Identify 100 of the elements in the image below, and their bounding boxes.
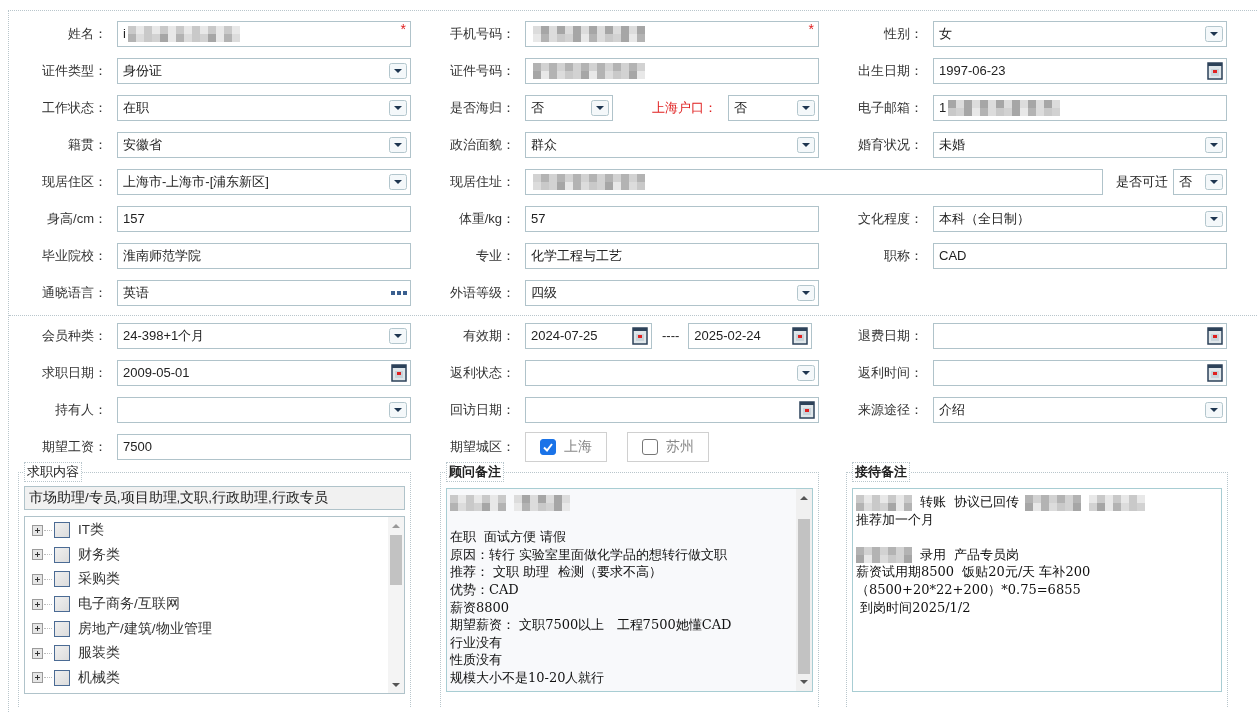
input-field[interactable]: 1: [933, 94, 1227, 121]
dropdown-field[interactable]: 否: [728, 94, 819, 121]
job-summary-field[interactable]: 市场助理/专员,项目助理,文职,行政助理,行政专员: [24, 486, 405, 510]
calendar-icon[interactable]: [792, 326, 809, 345]
checkbox[interactable]: [54, 669, 70, 686]
tree-item[interactable]: 机械类: [78, 668, 120, 687]
dropdown-field[interactable]: 未婚: [933, 131, 1227, 158]
checkbox[interactable]: [54, 645, 70, 662]
city-option-button[interactable]: 苏州: [627, 431, 709, 462]
calendar-icon[interactable]: [1207, 61, 1223, 80]
tree-item[interactable]: 房地产/建筑/物业管理: [78, 619, 212, 638]
calendar-icon[interactable]: [799, 400, 815, 419]
dropdown-field[interactable]: 女: [933, 20, 1227, 47]
dropdown-field[interactable]: 否: [1173, 168, 1227, 195]
field-label: 文化程度：: [857, 209, 924, 228]
dropdown-field[interactable]: 上海市-上海市-[浦东新区]: [117, 168, 411, 195]
field-label: 通晓语言：: [41, 283, 108, 302]
note-text: 规模大小不是10-20人就行: [450, 668, 605, 687]
field-label: 现居住址：: [449, 172, 516, 191]
field-label: 是否海归：: [449, 98, 516, 117]
expand-icon[interactable]: [32, 574, 43, 585]
tree-item[interactable]: 财务类: [78, 545, 120, 564]
dropdown-field[interactable]: 否: [525, 94, 613, 121]
note-text: 性质没有: [450, 651, 502, 669]
dropdown-field[interactable]: 在职: [117, 94, 411, 121]
field-label: 来源途径：: [857, 400, 924, 419]
input-field[interactable]: [525, 168, 1103, 195]
expand-icon[interactable]: [32, 524, 43, 536]
input-field[interactable]: 157: [117, 205, 411, 232]
date-field[interactable]: 2024-07-25: [525, 322, 652, 349]
field-label: 期望工资：: [41, 437, 108, 456]
dropdown-field[interactable]: [525, 359, 819, 386]
field-label: 现居住区：: [41, 172, 108, 191]
required-mark: *: [808, 20, 814, 37]
expand-icon[interactable]: [32, 549, 43, 561]
dropdown-field[interactable]: 身份证: [117, 57, 411, 84]
dropdown-field[interactable]: 四级: [525, 279, 819, 306]
tree-item[interactable]: 采购类: [78, 570, 120, 589]
note-text: 到岗时间2025/1/2: [859, 598, 971, 617]
input-field[interactable]: [525, 57, 819, 84]
tree-item[interactable]: 电子商务/互联网: [78, 595, 180, 614]
checkbox[interactable]: [54, 571, 70, 588]
dropdown-field[interactable]: 介绍: [933, 396, 1227, 423]
city-option-button[interactable]: 上海: [525, 431, 607, 462]
calendar-icon[interactable]: [1207, 363, 1223, 382]
blurred-text-drawing: [1025, 494, 1082, 511]
checkbox[interactable]: [54, 522, 70, 539]
expand-icon[interactable]: [32, 598, 43, 610]
date-field[interactable]: 1997-06-23: [933, 57, 1227, 84]
date-field[interactable]: 2025-02-24: [688, 322, 813, 349]
expand-icon[interactable]: [32, 672, 43, 684]
calendar-icon[interactable]: [632, 326, 648, 345]
note-text: 薪资试用期8500 饭贴20元/天 车补200: [856, 563, 1091, 581]
date-field[interactable]: 2009-05-01: [117, 359, 411, 386]
field-label: 证件类型：: [41, 61, 108, 80]
date-field[interactable]: [933, 322, 1227, 349]
field-label: 职称：: [883, 246, 924, 265]
panel-legend: 求职内容: [24, 462, 82, 482]
panel-legend: 接待备注: [852, 462, 910, 482]
field-label: 手机号码：: [449, 24, 516, 43]
tree-item[interactable]: 服装类: [78, 644, 120, 663]
field-label: 工作状态：: [41, 98, 108, 117]
checkbox[interactable]: [54, 620, 70, 637]
input-field[interactable]: 57: [525, 205, 819, 232]
note-text: 推荐加一个月: [856, 510, 934, 529]
input-field[interactable]: 化学工程与工艺: [525, 242, 819, 269]
dropdown-field[interactable]: [117, 396, 411, 423]
calendar-icon[interactable]: [1207, 326, 1223, 345]
dropdown-field[interactable]: 本科（全日制）: [933, 205, 1227, 232]
checkbox[interactable]: [54, 596, 70, 613]
dropdown-field[interactable]: 安徽省: [117, 131, 411, 158]
input-field[interactable]: *: [525, 20, 819, 47]
checkbox[interactable]: [540, 438, 556, 455]
notes-textarea[interactable]: 转账 协议已回传 推荐加一个月 录用 产品专员岗 薪资试用期8500 饭贴20元/天 车补200 （8500+20*22+200）*0.75=6855 到岗时间2025/1/2: [852, 488, 1222, 692]
date-field[interactable]: [933, 359, 1227, 386]
more-icon[interactable]: [391, 290, 407, 295]
input-field[interactable]: CAD: [933, 242, 1227, 269]
expand-icon[interactable]: [32, 623, 43, 635]
dropdown-field[interactable]: 24-398+1个月: [117, 322, 411, 349]
panel-legend: 顾问备注: [446, 462, 504, 482]
note-text: 原因：转行 实验室里面做化学品的想转行做文职: [450, 545, 728, 564]
input-field[interactable]: 淮南师范学院: [117, 242, 411, 269]
input-field[interactable]: 7500: [117, 433, 411, 460]
checkbox[interactable]: [642, 438, 658, 455]
note-text: 录用 产品专员岗: [920, 545, 1020, 564]
checkbox[interactable]: [54, 546, 70, 563]
date-field[interactable]: [525, 396, 819, 423]
field-label: 返利时间：: [857, 363, 924, 382]
scrollbar[interactable]: [388, 517, 404, 693]
expand-icon[interactable]: [32, 647, 43, 659]
notes-textarea[interactable]: 在职 面试方便 请假 原因：转行 实验室里面做化学品的想转行做文职 推荐： 文职 助理 检测（要求不高） 优势：CAD 薪资8800 期望薪资： 文职7500以上 工程7500她懂CAD 行业没有 性质没有 规模大小不是10-20人就行: [446, 488, 813, 692]
input-field[interactable]: i *: [117, 20, 411, 47]
calendar-icon[interactable]: [391, 363, 407, 382]
dropdown-field[interactable]: 群众: [525, 131, 819, 158]
tree-item[interactable]: IT类: [78, 521, 104, 540]
scrollbar[interactable]: [796, 489, 812, 691]
picker-field[interactable]: 英语: [117, 279, 411, 306]
field-label: 毕业院校：: [41, 246, 108, 265]
note-text: 期望薪资： 文职7500以上 工程7500她懂CAD: [450, 616, 732, 634]
note-text: 推荐： 文职 助理 检测（要求不高）: [450, 563, 662, 581]
